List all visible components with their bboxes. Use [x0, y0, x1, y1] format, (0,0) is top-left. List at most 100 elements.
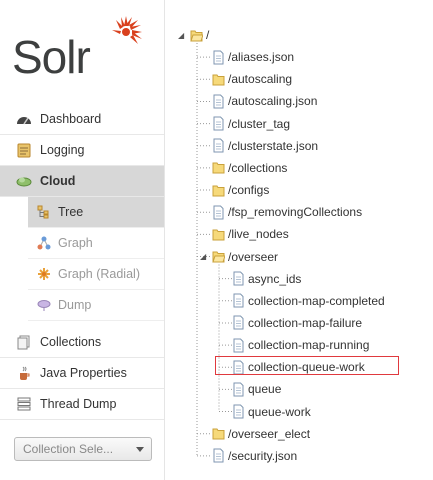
java-icon — [16, 365, 32, 381]
nav-tree-label: Tree — [58, 205, 84, 219]
logging-icon — [16, 142, 32, 158]
tree-node-label: /collections — [228, 160, 288, 175]
dashboard-icon — [16, 111, 32, 127]
nav-dashboard[interactable]: Dashboard — [0, 104, 164, 135]
nav-dump-label: Dump — [58, 298, 92, 312]
thread-dump-icon — [16, 396, 32, 412]
tree-child-node[interactable]: async_ids — [232, 269, 301, 289]
collection-selector-placeholder: Collection Sele... — [23, 442, 114, 456]
tree-node-label: /autoscaling.json — [228, 94, 318, 109]
solr-sun-icon — [112, 16, 142, 44]
tree-node[interactable]: /security.json — [212, 446, 297, 466]
folder-icon — [212, 72, 225, 87]
tree-node-label: /autoscaling — [228, 72, 293, 87]
collection-selector[interactable]: Collection Sele... — [14, 437, 152, 461]
nav-logging-label: Logging — [40, 143, 85, 157]
highlight-box — [215, 356, 399, 375]
tree-node-label: async_ids — [248, 271, 302, 286]
tree-node[interactable]: /collections — [212, 158, 287, 178]
folder-open-icon — [212, 249, 226, 264]
folder-open-icon — [190, 28, 204, 43]
folder-icon — [212, 183, 225, 198]
tree-node-label: / — [206, 28, 210, 42]
graph-radial-icon — [36, 266, 52, 282]
tree-node[interactable]: /fsp_removingCollections — [212, 202, 362, 222]
file-icon — [212, 116, 225, 131]
tree-node[interactable]: /live_nodes — [212, 224, 289, 244]
collapse-toggle-icon[interactable]: ◢ — [178, 31, 190, 40]
tree-node-label: collection-map-completed — [248, 293, 385, 308]
tree-node-label: /security.json — [228, 448, 298, 463]
nav-cloud-label: Cloud — [40, 174, 76, 188]
folder-icon — [212, 227, 225, 242]
tree-node-label: /clusterstate.json — [228, 138, 319, 153]
tree-node[interactable]: ◢ /overseer — [200, 247, 279, 267]
graph-icon — [36, 235, 52, 251]
tree-node-label: /live_nodes — [228, 227, 289, 242]
file-icon — [232, 382, 245, 397]
tree-node-label: /overseer_elect — [228, 426, 311, 441]
nav-collections[interactable]: Collections — [0, 327, 164, 358]
zk-tree: ◢ //aliases.json/autoscaling/autoscaling.… — [170, 0, 433, 480]
file-icon — [232, 404, 245, 419]
file-icon — [232, 338, 245, 353]
dump-icon — [36, 297, 52, 313]
file-icon — [232, 315, 245, 330]
tree-child-node[interactable]: collection-map-running — [232, 335, 369, 355]
folder-icon — [212, 426, 225, 441]
tree-node-root[interactable]: ◢ / — [178, 25, 209, 45]
tree-node-label: queue — [248, 382, 282, 397]
tree-node-label: /cluster_tag — [228, 116, 291, 131]
file-icon — [232, 271, 245, 286]
sidebar: Solr Dashboard Logging Cloud Tree Graph … — [0, 0, 164, 480]
tree-node-label: /aliases.json — [228, 50, 295, 65]
nav-cloud-graph-radial[interactable]: Graph (Radial) — [28, 259, 164, 290]
cloud-icon — [16, 173, 32, 189]
nav-cloud-graph[interactable]: Graph — [28, 228, 164, 259]
nav-thread-dump-label: Thread Dump — [40, 397, 117, 411]
tree-child-node[interactable]: queue — [232, 379, 281, 399]
tree-node[interactable]: /overseer_elect — [212, 424, 310, 444]
tree-node-label: /fsp_removingCollections — [228, 205, 363, 220]
nav-graph-radial-label: Graph (Radial) — [58, 267, 140, 281]
tree-node-label: collection-map-failure — [248, 315, 363, 330]
nav-java-properties-label: Java Properties — [40, 366, 127, 380]
nav-cloud-tree[interactable]: Tree — [28, 197, 164, 228]
sidebar-divider — [164, 0, 165, 480]
tree-node[interactable]: /autoscaling.json — [212, 91, 317, 111]
tree-icon — [36, 204, 52, 220]
logo-text: Solr — [12, 31, 91, 83]
file-icon — [212, 448, 225, 463]
nav-cloud-dump[interactable]: Dump — [28, 290, 164, 321]
solr-logo[interactable]: Solr — [12, 14, 147, 83]
tree-node-label: /overseer — [228, 249, 279, 264]
main-nav: Dashboard Logging Cloud Tree Graph Graph… — [0, 104, 164, 420]
tree-node-label: collection-map-running — [248, 338, 370, 353]
tree-child-node[interactable]: collection-map-completed — [232, 291, 385, 311]
file-icon — [232, 293, 245, 308]
nav-java-properties[interactable]: Java Properties — [0, 358, 164, 389]
collections-icon — [16, 334, 32, 350]
tree-child-node[interactable]: queue-work — [232, 402, 311, 422]
nav-cloud[interactable]: Cloud — [0, 166, 164, 197]
nav-collections-label: Collections — [40, 335, 102, 349]
chevron-down-icon — [136, 447, 144, 452]
tree-node-label: queue-work — [248, 404, 311, 419]
folder-icon — [212, 160, 225, 175]
nav-logging[interactable]: Logging — [0, 135, 164, 166]
tree-node[interactable]: /aliases.json — [212, 47, 294, 67]
tree-node[interactable]: /autoscaling — [212, 69, 292, 89]
tree-node[interactable]: /configs — [212, 180, 269, 200]
file-icon — [212, 205, 225, 220]
nav-dashboard-label: Dashboard — [40, 112, 102, 126]
tree-node[interactable]: /clusterstate.json — [212, 136, 318, 156]
tree-node-label: /configs — [228, 183, 270, 198]
file-icon — [212, 50, 225, 65]
collapse-toggle-icon[interactable]: ◢ — [200, 252, 206, 261]
nav-graph-label: Graph — [58, 236, 93, 250]
tree-node[interactable]: /cluster_tag — [212, 114, 290, 134]
file-icon — [212, 94, 225, 109]
nav-thread-dump[interactable]: Thread Dump — [0, 389, 164, 420]
file-icon — [212, 138, 225, 153]
tree-child-node[interactable]: collection-map-failure — [232, 313, 362, 333]
